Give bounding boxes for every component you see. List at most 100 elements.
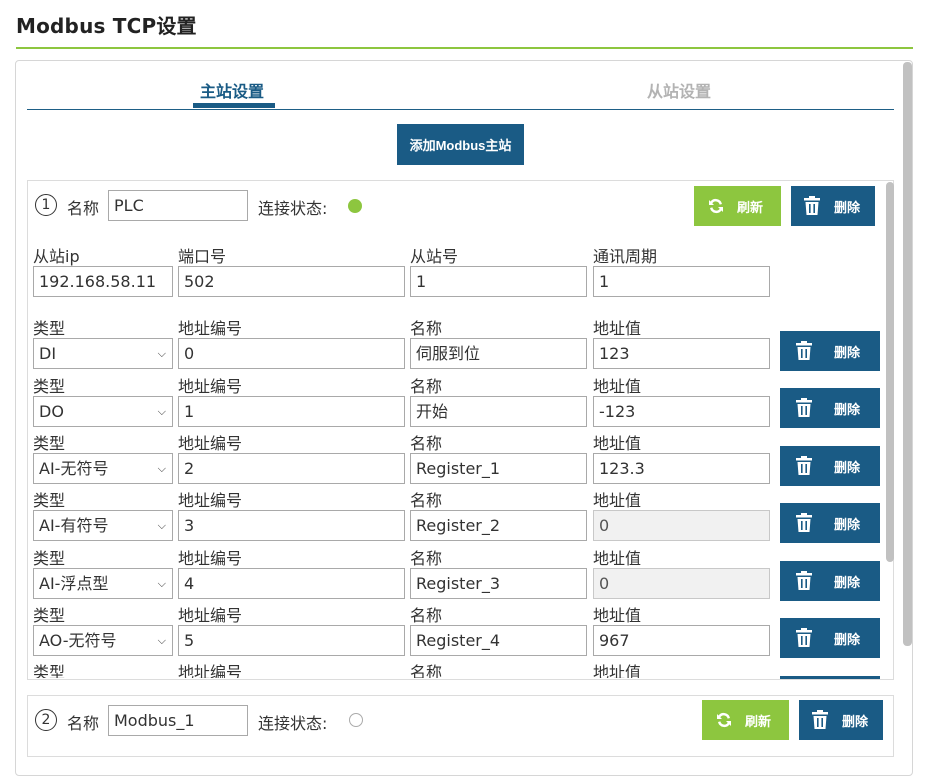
master-list-scrollbar-thumb[interactable] (886, 182, 894, 562)
register-type-select[interactable]: AI-无符号 ⌵ (33, 453, 173, 484)
trash-icon (812, 710, 828, 729)
address-value-label: 地址值 (593, 434, 642, 453)
port-label: 端口号 (178, 247, 227, 266)
type-label: 类型 (33, 319, 66, 338)
address-number-label: 地址编号 (178, 319, 243, 338)
tab-master-settings[interactable]: 主站设置 (200, 78, 264, 102)
address-value-readonly: 0 (593, 568, 770, 599)
active-tab-indicator (193, 103, 275, 108)
poll-period-input[interactable]: 1 (593, 266, 770, 297)
delete-master-button[interactable]: 删除 (791, 186, 875, 226)
address-value-label: 地址值 (593, 319, 642, 338)
chevron-down-icon: ⌵ (157, 405, 166, 418)
address-number-input[interactable]: 4 (178, 568, 405, 599)
slave-ip-label: 从站ip (33, 247, 80, 266)
delete-label: 删除 (834, 516, 861, 532)
register-type-select[interactable]: AI-有符号 ⌵ (33, 510, 173, 541)
master-index-badge: 1 (35, 194, 57, 216)
register-type-value: AO-无符号 (39, 631, 117, 650)
delete-label: 删除 (834, 631, 861, 647)
name-label: 名称 (67, 714, 100, 733)
delete-register-button[interactable]: 删除 (780, 446, 880, 486)
register-name-label: 名称 (410, 549, 443, 568)
register-name-input[interactable]: 开始 (410, 396, 587, 427)
tab-bar: 主站设置 从站设置 (27, 70, 894, 110)
delete-label: 删除 (834, 401, 861, 417)
register-name-label: 名称 (410, 319, 443, 338)
address-value-input[interactable]: -123 (593, 396, 770, 427)
delete-master-button[interactable]: 删除 (799, 700, 883, 740)
refresh-label: 刷新 (737, 199, 764, 215)
address-number-label: 地址编号 (178, 663, 243, 678)
register-name-label: 名称 (410, 491, 443, 510)
trash-icon (796, 398, 812, 417)
register-name-input[interactable]: Register_3 (410, 568, 587, 599)
title-divider (16, 47, 913, 49)
chevron-down-icon: ⌵ (157, 577, 166, 590)
register-name-input[interactable]: 伺服到位 (410, 338, 587, 369)
refresh-label: 刷新 (745, 713, 772, 729)
delete-register-button-partial[interactable] (780, 676, 880, 679)
type-label: 类型 (33, 491, 66, 510)
slave-ip-input[interactable]: 192.168.58.11 (33, 266, 173, 297)
connection-status-indicator-disconnected (349, 713, 363, 727)
register-name-input[interactable]: Register_4 (410, 625, 587, 656)
address-number-input[interactable]: 5 (178, 625, 405, 656)
delete-label: 删除 (834, 344, 861, 360)
type-label: 类型 (33, 663, 66, 678)
delete-register-button[interactable]: 删除 (780, 331, 880, 371)
address-value-label: 地址值 (593, 606, 642, 625)
chevron-down-icon: ⌵ (157, 462, 166, 475)
name-label: 名称 (67, 199, 100, 218)
refresh-icon (709, 198, 723, 214)
trash-icon (796, 456, 812, 475)
chevron-down-icon: ⌵ (157, 634, 166, 647)
type-label: 类型 (33, 606, 66, 625)
address-number-label: 地址编号 (178, 606, 243, 625)
register-name-input[interactable]: Register_1 (410, 453, 587, 484)
address-number-input[interactable]: 2 (178, 453, 405, 484)
master-panel-1 (27, 180, 894, 680)
register-name-label: 名称 (410, 377, 443, 396)
port-input[interactable]: 502 (178, 266, 405, 297)
address-number-label: 地址编号 (178, 549, 243, 568)
tab-slave-settings[interactable]: 从站设置 (647, 78, 711, 102)
address-value-input[interactable]: 123.3 (593, 453, 770, 484)
slave-id-input[interactable]: 1 (410, 266, 587, 297)
address-value-readonly: 0 (593, 510, 770, 541)
register-type-value: DI (39, 344, 57, 363)
delete-register-button[interactable]: 删除 (780, 388, 880, 428)
register-name-label: 名称 (410, 663, 443, 678)
register-type-select[interactable]: AO-无符号 ⌵ (33, 625, 173, 656)
chevron-down-icon: ⌵ (157, 347, 166, 360)
delete-register-button[interactable]: 删除 (780, 618, 880, 658)
register-name-input[interactable]: Register_2 (410, 510, 587, 541)
add-modbus-master-button[interactable]: 添加Modbus主站 (397, 124, 524, 165)
master-name-input[interactable]: Modbus_1 (108, 705, 248, 736)
register-type-select[interactable]: AI-浮点型 ⌵ (33, 568, 173, 599)
delete-register-button[interactable]: 删除 (780, 561, 880, 601)
address-number-label: 地址编号 (178, 491, 243, 510)
address-value-input[interactable]: 967 (593, 625, 770, 656)
address-number-input[interactable]: 0 (178, 338, 405, 369)
slave-id-label: 从站号 (410, 247, 459, 266)
address-number-input[interactable]: 1 (178, 396, 405, 427)
register-type-select[interactable]: DO ⌵ (33, 396, 173, 427)
page-scrollbar-thumb[interactable] (903, 62, 912, 646)
register-type-value: DO (39, 402, 64, 421)
register-type-select[interactable]: DI ⌵ (33, 338, 173, 369)
type-label: 类型 (33, 377, 66, 396)
chevron-down-icon: ⌵ (157, 519, 166, 532)
address-number-input[interactable]: 3 (178, 510, 405, 541)
delete-register-button[interactable]: 删除 (780, 503, 880, 543)
register-name-label: 名称 (410, 434, 443, 453)
delete-label: 删除 (834, 459, 861, 475)
master-name-input[interactable]: PLC (108, 190, 248, 221)
address-number-label: 地址编号 (178, 377, 243, 396)
address-value-label: 地址值 (593, 491, 642, 510)
delete-label: 删除 (834, 574, 861, 590)
refresh-button[interactable]: 刷新 (694, 186, 781, 226)
refresh-button[interactable]: 刷新 (702, 700, 789, 740)
poll-period-label: 通讯周期 (593, 247, 658, 266)
address-value-input[interactable]: 123 (593, 338, 770, 369)
